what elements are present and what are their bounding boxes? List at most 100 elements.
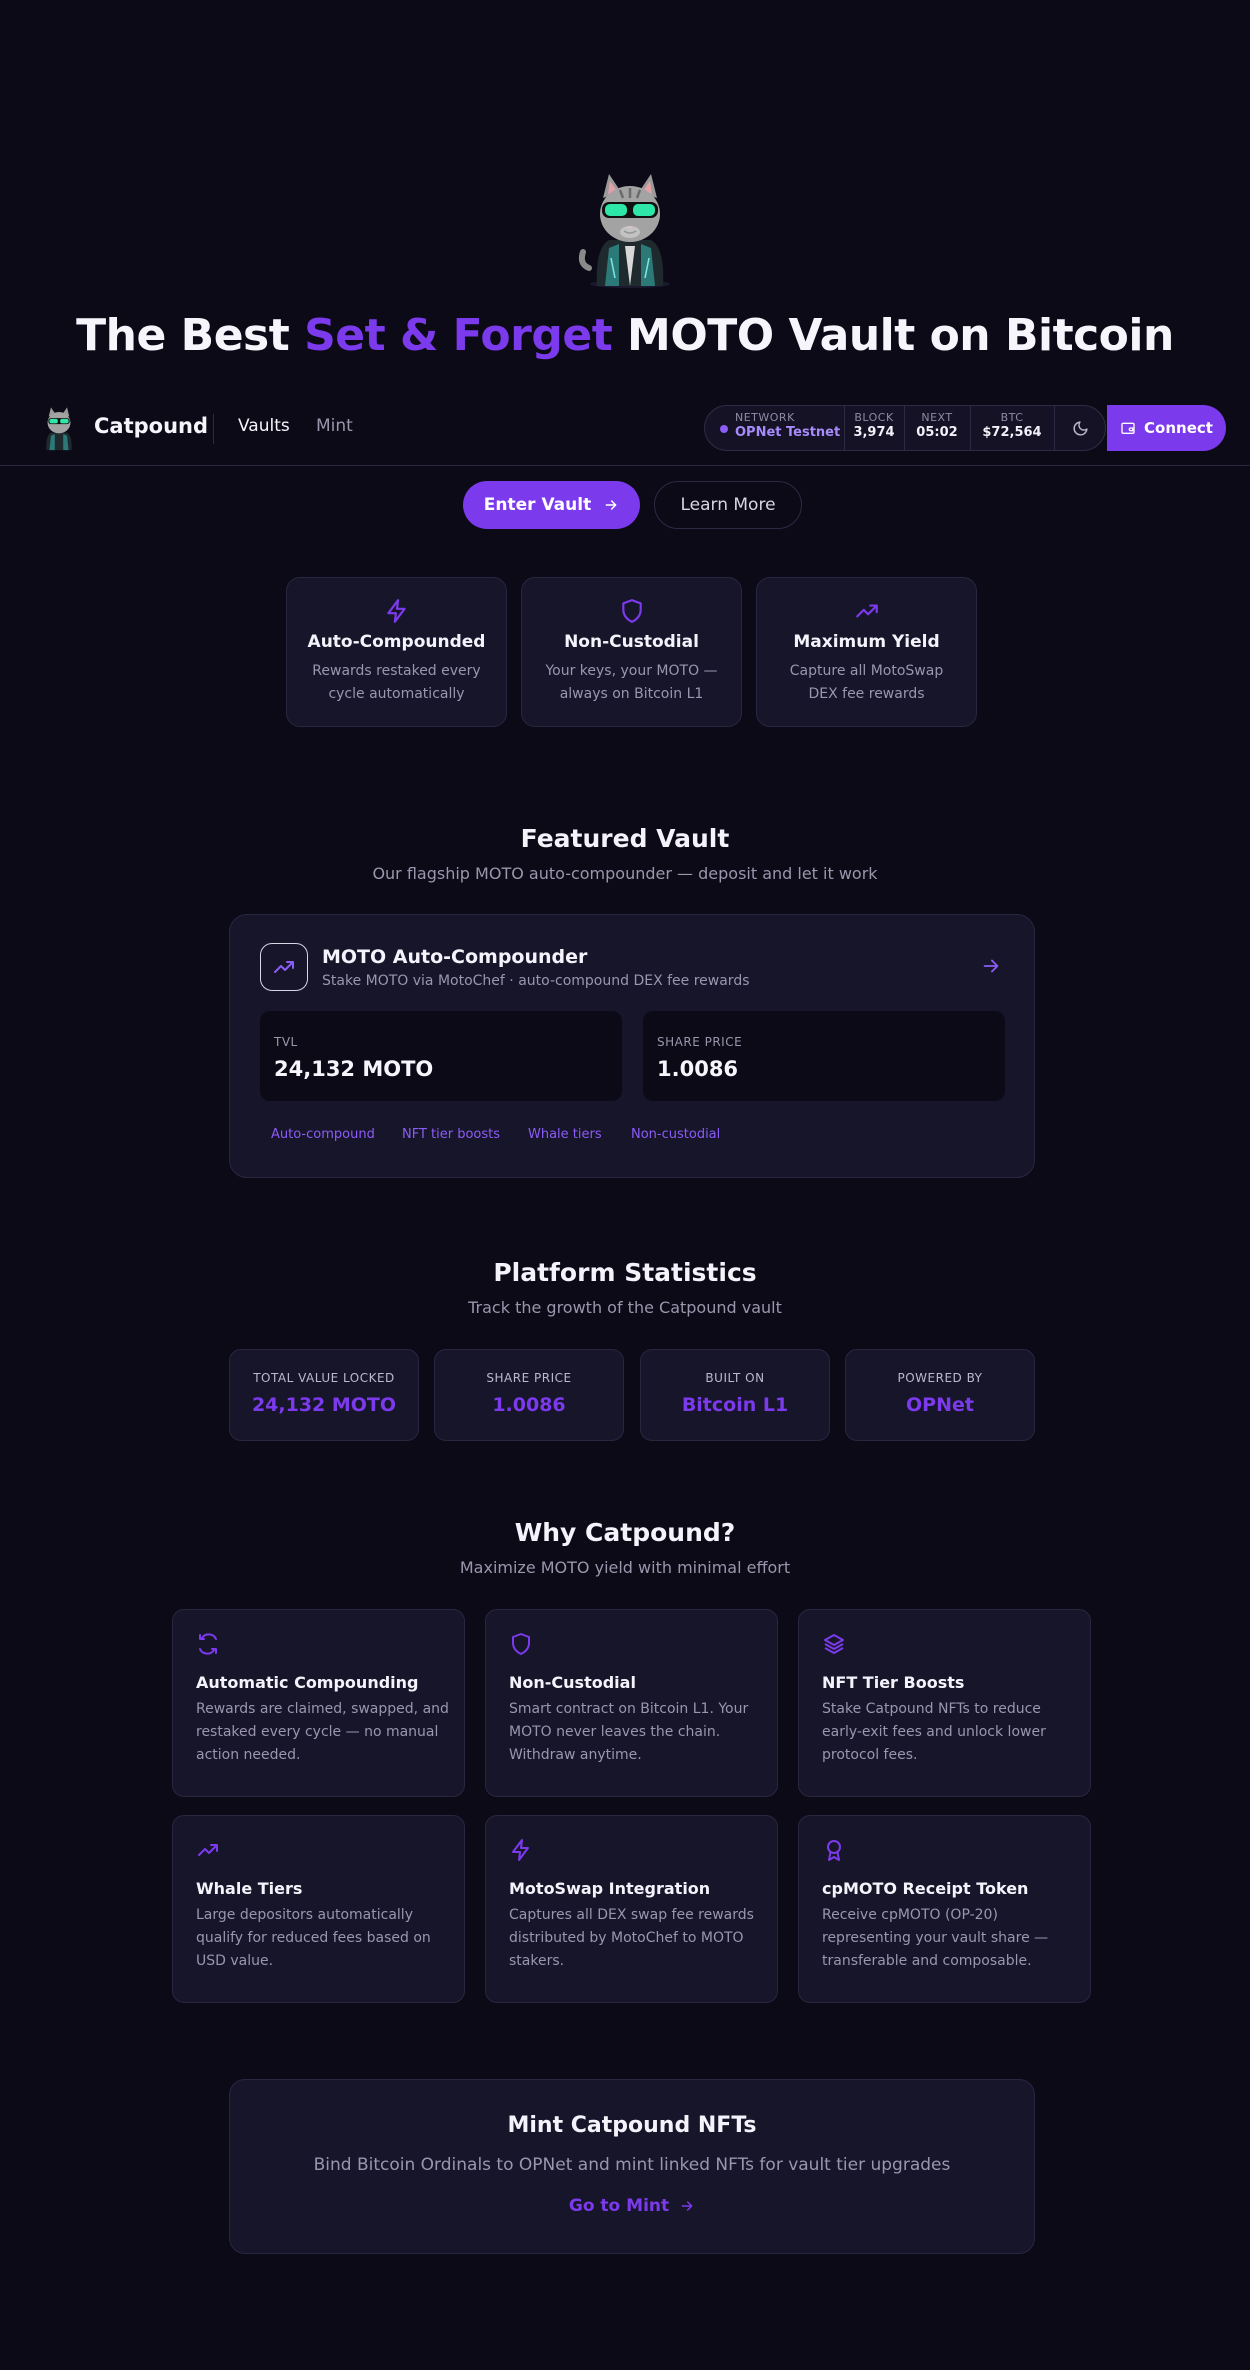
stat-value: 24,132 MOTO (251, 1394, 397, 1416)
share-price-value: 1.0086 (657, 1057, 739, 1081)
why-card-desc: Stake Catpound NFTs to reduce early-exit… (822, 1701, 1046, 1763)
trending-up-icon (854, 598, 880, 624)
vault-card-moto[interactable]: MOTO Auto-Compounder Stake MOTO via Moto… (229, 914, 1035, 1178)
lightning-icon (509, 1838, 533, 1862)
vault-tag: NFT tier boosts (402, 1127, 501, 1142)
vault-name: MOTO Auto-Compounder (322, 946, 588, 968)
why-card-title: NFT Tier Boosts (822, 1673, 965, 1692)
connect-wallet-button[interactable]: Connect (1107, 405, 1226, 451)
why-catpound-subtitle: Maximize MOTO yield with minimal effort (459, 1558, 791, 1577)
catpound-mascot-logo (575, 168, 685, 288)
why-card-title: MotoSwap Integration (509, 1879, 711, 1898)
why-card-desc: Captures all DEX swap fee rewards distri… (509, 1907, 754, 1969)
next-value: 05:02 (916, 425, 958, 440)
arrow-right-icon (605, 500, 617, 510)
why-card-non-custodial: Non-Custodial Smart contract on Bitcoin … (485, 1609, 778, 1797)
refresh-icon (196, 1632, 220, 1656)
why-catpound-title: Why Catpound? (514, 1518, 736, 1547)
why-card-desc: Smart contract on Bitcoin L1. Your MOTO … (509, 1701, 749, 1763)
layers-icon (822, 1632, 846, 1656)
why-card-desc: Large depositors automatically qualify f… (196, 1907, 431, 1969)
vault-tag: Auto-compound (271, 1127, 375, 1142)
stat-label: BUILT ON (705, 1371, 765, 1385)
network-value: OPNet Testnet (735, 425, 841, 440)
top-navbar: Catpound Vaults Mint NETWORK OPNet Testn… (0, 392, 1250, 466)
enter-vault-button[interactable]: Enter Vault (463, 481, 640, 529)
stat-value: 1.0086 (492, 1394, 566, 1416)
vault-tag: Whale tiers (528, 1127, 602, 1142)
stat-label: POWERED BY (897, 1371, 983, 1385)
network-status: NETWORK OPNet Testnet (735, 411, 840, 455)
go-to-mint-label: Go to Mint (568, 2196, 670, 2216)
stat-card-share-price: SHARE PRICE 1.0086 (434, 1349, 624, 1441)
theme-toggle-button[interactable] (1055, 406, 1105, 450)
block-label: BLOCK (854, 411, 894, 424)
learn-more-label: Learn More (680, 495, 776, 515)
vault-description: Stake MOTO via MotoChef · auto-compound … (322, 973, 750, 989)
hero-title: The Best Set & Forget MOTO Vault on Bitc… (0, 310, 1250, 361)
feature-title: Auto-Compounded (307, 632, 486, 652)
btc-price-status: BTC $72,564 (971, 411, 1053, 455)
btc-value: $72,564 (982, 425, 1042, 440)
share-price-box: SHARE PRICE 1.0086 (643, 1011, 1005, 1101)
lightning-icon (384, 598, 410, 624)
why-card-cpmoto-receipt-token: cpMOTO Receipt Token Receive cpMOTO (OP-… (798, 1815, 1091, 2003)
feature-title: Non-Custodial (564, 632, 699, 652)
vault-icon (260, 943, 308, 991)
nav-divider (213, 414, 214, 444)
trending-up-icon (196, 1838, 220, 1862)
brand-logo[interactable] (38, 404, 80, 452)
stat-card-tvl: TOTAL VALUE LOCKED 24,132 MOTO (229, 1349, 419, 1441)
award-icon (822, 1838, 846, 1862)
shield-icon (509, 1632, 533, 1656)
hero-title-accent: Set & Forget (304, 310, 613, 361)
why-card-automatic-compounding: Automatic Compounding Rewards are claime… (172, 1609, 465, 1797)
feature-desc: Rewards restaked every cycle automatical… (312, 663, 481, 702)
mint-nfts-card: Mint Catpound NFTs Bind Bitcoin Ordinals… (229, 2079, 1035, 2254)
next-status: NEXT 05:02 (905, 411, 969, 455)
wallet-icon (1121, 422, 1135, 434)
arrow-right-icon (681, 2201, 693, 2211)
shield-icon (619, 598, 645, 624)
enter-vault-label: Enter Vault (483, 495, 592, 515)
stat-value: OPNet (906, 1394, 974, 1416)
hero-title-start: The Best (76, 310, 305, 361)
why-card-whale-tiers: Whale Tiers Large depositors automatical… (172, 1815, 465, 2003)
brand-name[interactable]: Catpound (94, 414, 208, 438)
go-to-mint-link[interactable]: Go to Mint (569, 2196, 695, 2216)
why-card-title: Whale Tiers (196, 1879, 303, 1898)
why-card-desc: Receive cpMOTO (OP-20) representing your… (822, 1907, 1049, 1969)
stat-card-built-on: BUILT ON Bitcoin L1 (640, 1349, 830, 1441)
network-label: NETWORK (735, 411, 795, 424)
nav-link-mint[interactable]: Mint (316, 416, 353, 436)
why-card-desc: Rewards are claimed, swapped, and restak… (196, 1701, 449, 1763)
tvl-label: TVL (274, 1035, 298, 1049)
feature-card-non-custodial: Non-Custodial Your keys, your MOTO — alw… (521, 577, 742, 727)
btc-label: BTC (1000, 411, 1024, 424)
stat-value: Bitcoin L1 (681, 1394, 789, 1416)
why-card-title: Non-Custodial (509, 1673, 636, 1692)
platform-stats-title: Platform Statistics (493, 1258, 757, 1287)
stat-label: SHARE PRICE (486, 1371, 572, 1385)
mint-description: Bind Bitcoin Ordinals to OPNet and mint … (313, 2155, 951, 2175)
feature-desc: Your keys, your MOTO — always on Bitcoin… (545, 663, 718, 702)
nav-link-vaults[interactable]: Vaults (238, 416, 290, 436)
featured-vault-subtitle: Our flagship MOTO auto-compounder — depo… (372, 864, 878, 883)
feature-desc: Capture all MotoSwap DEX fee rewards (789, 663, 944, 702)
share-price-label: SHARE PRICE (657, 1035, 743, 1049)
why-card-motoswap-integration: MotoSwap Integration Captures all DEX sw… (485, 1815, 778, 2003)
learn-more-button[interactable]: Learn More (654, 481, 802, 529)
arrow-right-icon[interactable] (980, 955, 1002, 977)
trending-up-icon (274, 961, 294, 973)
tvl-box: TVL 24,132 MOTO (260, 1011, 622, 1101)
hero-title-end: MOTO Vault on Bitcoin (612, 310, 1174, 361)
block-value: 3,974 (853, 425, 895, 440)
feature-card-auto-compounded: Auto-Compounded Rewards restaked every c… (286, 577, 507, 727)
featured-vault-title: Featured Vault (520, 824, 730, 853)
why-card-nft-tier-boosts: NFT Tier Boosts Stake Catpound NFTs to r… (798, 1609, 1091, 1797)
why-card-title: Automatic Compounding (196, 1673, 419, 1692)
next-label: NEXT (921, 411, 953, 424)
connect-label: Connect (1144, 419, 1213, 437)
block-status: BLOCK 3,974 (845, 411, 903, 455)
moon-icon (1073, 420, 1088, 435)
